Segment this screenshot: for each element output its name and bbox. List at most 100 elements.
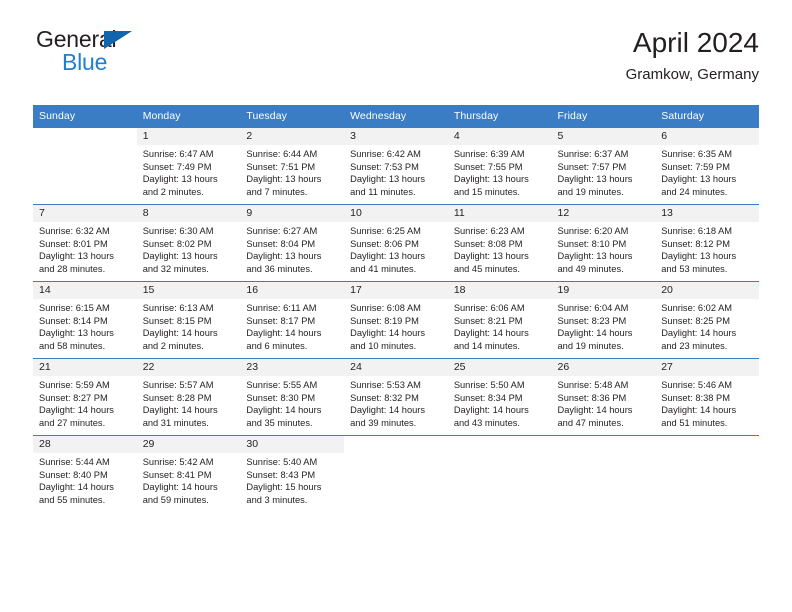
calendar-day-cell[interactable]: 22 Sunrise: 5:57 AM Sunset: 8:28 PM Dayligh… <box>136 358 241 436</box>
sunrise-text: Sunrise: 6:11 AM <box>246 303 317 313</box>
calendar-day-cell[interactable]: 11 Sunrise: 6:23 AM Sunset: 8:08 PM Dayligh… <box>447 204 552 282</box>
daylight-text: Daylight: 13 hours and 15 minutes. <box>453 174 529 197</box>
day-number: 18 <box>447 282 552 299</box>
calendar-day-cell[interactable]: 25 Sunrise: 5:50 AM Sunset: 8:34 PM Dayligh… <box>447 358 552 436</box>
sunset-text: Sunset: 8:15 PM <box>142 315 212 326</box>
weekday-header-sunday: Sunday <box>33 105 137 128</box>
daylight-text: Daylight: 14 hours and 19 minutes. <box>557 328 633 351</box>
day-details: Sunrise: 6:32 AM Sunset: 8:01 PM Daylight:… <box>33 222 137 275</box>
day-details: Sunrise: 6:30 AM Sunset: 8:02 PM Daylight:… <box>137 222 241 275</box>
calendar-page: General Blue April 2024 Gramkow, Germany… <box>0 0 792 612</box>
sunrise-text: Sunrise: 6:13 AM <box>142 303 214 313</box>
calendar-day-cell-empty <box>655 435 759 512</box>
weekday-header-friday: Friday <box>551 105 656 128</box>
day-number: 21 <box>33 359 137 376</box>
day-details: Sunrise: 6:02 AM Sunset: 8:25 PM Daylight:… <box>655 299 759 352</box>
calendar-day-cell[interactable]: 23 Sunrise: 5:55 AM Sunset: 8:30 PM Dayligh… <box>240 358 345 436</box>
day-number: 27 <box>655 359 759 376</box>
calendar-day-cell[interactable]: 28 Sunrise: 5:44 AM Sunset: 8:40 PM Dayligh… <box>33 435 137 512</box>
sunrise-text: Sunrise: 5:42 AM <box>142 457 214 467</box>
sunrise-text: Sunrise: 5:53 AM <box>350 380 421 390</box>
day-number: 1 <box>136 128 241 145</box>
calendar-day-cell[interactable]: 3 Sunrise: 6:42 AM Sunset: 7:53 PM Daylight… <box>344 127 448 205</box>
calendar-day-cell[interactable]: 17 Sunrise: 6:08 AM Sunset: 8:19 PM Dayligh… <box>344 281 448 359</box>
sunset-text: Sunset: 8:30 PM <box>246 392 316 403</box>
day-details: Sunrise: 6:25 AM Sunset: 8:06 PM Daylight:… <box>344 222 448 275</box>
calendar-day-cell[interactable]: 15 Sunrise: 6:13 AM Sunset: 8:15 PM Dayligh… <box>136 281 241 359</box>
calendar-day-cell[interactable]: 13 Sunrise: 6:18 AM Sunset: 8:12 PM Dayligh… <box>655 204 759 282</box>
day-details: Sunrise: 5:55 AM Sunset: 8:30 PM Daylight:… <box>240 376 344 429</box>
daylight-text: Daylight: 13 hours and 11 minutes. <box>350 174 426 197</box>
day-number: 19 <box>551 282 656 299</box>
day-details: Sunrise: 6:20 AM Sunset: 8:10 PM Daylight:… <box>552 222 656 275</box>
calendar-week-row: 7 Sunrise: 6:32 AM Sunset: 8:01 PM Daylight… <box>33 204 759 282</box>
day-number: 29 <box>136 436 241 453</box>
day-details: Sunrise: 6:11 AM Sunset: 8:17 PM Daylight:… <box>240 299 344 352</box>
sunrise-text: Sunrise: 6:39 AM <box>453 149 525 159</box>
day-details: Sunrise: 6:47 AM Sunset: 7:49 PM Daylight:… <box>137 145 241 198</box>
calendar-day-cell[interactable]: 6 Sunrise: 6:35 AM Sunset: 7:59 PM Daylight… <box>655 127 759 205</box>
sunset-text: Sunset: 7:55 PM <box>453 161 523 172</box>
calendar-day-cell[interactable]: 19 Sunrise: 6:04 AM Sunset: 8:23 PM Dayligh… <box>551 281 656 359</box>
calendar-day-cell[interactable]: 10 Sunrise: 6:25 AM Sunset: 8:06 PM Dayligh… <box>344 204 448 282</box>
blue-triangle-flag-icon <box>104 31 132 49</box>
daylight-text: Daylight: 14 hours and 55 minutes. <box>39 482 114 505</box>
daylight-text: Daylight: 14 hours and 47 minutes. <box>557 405 633 428</box>
calendar-day-cell[interactable]: 8 Sunrise: 6:30 AM Sunset: 8:02 PM Daylight… <box>136 204 241 282</box>
calendar-day-cell[interactable]: 21 Sunrise: 5:59 AM Sunset: 8:27 PM Dayligh… <box>33 358 137 436</box>
calendar-day-cell[interactable]: 14 Sunrise: 6:15 AM Sunset: 8:14 PM Dayligh… <box>33 281 137 359</box>
sunrise-text: Sunrise: 6:37 AM <box>557 149 629 159</box>
day-number: 16 <box>240 282 345 299</box>
calendar-day-cell[interactable]: 18 Sunrise: 6:06 AM Sunset: 8:21 PM Dayligh… <box>447 281 552 359</box>
day-details: Sunrise: 5:50 AM Sunset: 8:34 PM Daylight:… <box>448 376 552 429</box>
calendar-day-cell[interactable]: 12 Sunrise: 6:20 AM Sunset: 8:10 PM Dayligh… <box>551 204 656 282</box>
calendar-day-cell[interactable]: 27 Sunrise: 5:46 AM Sunset: 8:38 PM Dayligh… <box>655 358 759 436</box>
calendar-day-cell[interactable]: 16 Sunrise: 6:11 AM Sunset: 8:17 PM Dayligh… <box>240 281 345 359</box>
sunrise-text: Sunrise: 6:23 AM <box>453 226 525 236</box>
calendar-day-cell[interactable]: 9 Sunrise: 6:27 AM Sunset: 8:04 PM Daylight… <box>240 204 345 282</box>
calendar-day-cell[interactable]: 24 Sunrise: 5:53 AM Sunset: 8:32 PM Dayligh… <box>344 358 448 436</box>
daylight-text: Daylight: 13 hours and 58 minutes. <box>39 328 114 351</box>
sunset-text: Sunset: 8:41 PM <box>142 469 212 480</box>
daylight-text: Daylight: 13 hours and 24 minutes. <box>661 174 737 197</box>
sunset-text: Sunset: 8:12 PM <box>661 238 730 249</box>
calendar-day-cell[interactable]: 30 Sunrise: 5:40 AM Sunset: 8:43 PM Dayligh… <box>240 435 345 512</box>
calendar-day-cell-empty <box>33 127 137 205</box>
calendar-day-cell[interactable]: 1 Sunrise: 6:47 AM Sunset: 7:49 PM Daylight… <box>136 127 241 205</box>
calendar-day-cell[interactable]: 20 Sunrise: 6:02 AM Sunset: 8:25 PM Dayligh… <box>655 281 759 359</box>
day-number: 11 <box>447 205 552 222</box>
calendar-day-cell[interactable]: 4 Sunrise: 6:39 AM Sunset: 7:55 PM Daylight… <box>447 127 552 205</box>
sunset-text: Sunset: 8:28 PM <box>142 392 212 403</box>
day-details: Sunrise: 6:08 AM Sunset: 8:19 PM Daylight:… <box>344 299 448 352</box>
sunset-text: Sunset: 8:17 PM <box>246 315 316 326</box>
day-details: Sunrise: 5:40 AM Sunset: 8:43 PM Daylight:… <box>240 453 344 506</box>
daylight-text: Daylight: 13 hours and 36 minutes. <box>246 251 322 274</box>
daylight-text: Daylight: 14 hours and 35 minutes. <box>246 405 322 428</box>
sunset-text: Sunset: 8:06 PM <box>350 238 419 249</box>
day-number: 7 <box>33 205 137 222</box>
sunset-text: Sunset: 7:53 PM <box>350 161 419 172</box>
calendar-day-cell[interactable]: 5 Sunrise: 6:37 AM Sunset: 7:57 PM Daylight… <box>551 127 656 205</box>
sunrise-text: Sunrise: 6:35 AM <box>661 149 733 159</box>
calendar-day-cell-empty <box>344 435 448 512</box>
calendar-day-cell[interactable]: 7 Sunrise: 6:32 AM Sunset: 8:01 PM Daylight… <box>33 204 137 282</box>
day-number <box>551 436 656 453</box>
title-block: April 2024 Gramkow, Germany <box>626 26 759 85</box>
calendar-day-cell[interactable]: 26 Sunrise: 5:48 AM Sunset: 8:36 PM Dayligh… <box>551 358 656 436</box>
day-number: 28 <box>33 436 137 453</box>
daylight-text: Daylight: 14 hours and 2 minutes. <box>142 328 218 351</box>
calendar-week-row: 28 Sunrise: 5:44 AM Sunset: 8:40 PM Dayligh… <box>33 435 759 512</box>
day-number: 2 <box>240 128 345 145</box>
sunrise-text: Sunrise: 6:20 AM <box>557 226 629 236</box>
day-number: 12 <box>551 205 656 222</box>
sunrise-text: Sunrise: 6:15 AM <box>39 303 110 313</box>
sunrise-text: Sunrise: 5:55 AM <box>246 380 318 390</box>
calendar-day-cell[interactable]: 29 Sunrise: 5:42 AM Sunset: 8:41 PM Dayligh… <box>136 435 241 512</box>
day-number: 8 <box>136 205 241 222</box>
weekday-header-tuesday: Tuesday <box>240 105 345 128</box>
day-details: Sunrise: 6:44 AM Sunset: 7:51 PM Daylight:… <box>240 145 344 198</box>
calendar-day-cell[interactable]: 2 Sunrise: 6:44 AM Sunset: 7:51 PM Daylight… <box>240 127 345 205</box>
daylight-text: Daylight: 14 hours and 39 minutes. <box>350 405 426 428</box>
daylight-text: Daylight: 14 hours and 27 minutes. <box>39 405 114 428</box>
general-blue-logo[interactable]: General Blue <box>33 26 253 88</box>
